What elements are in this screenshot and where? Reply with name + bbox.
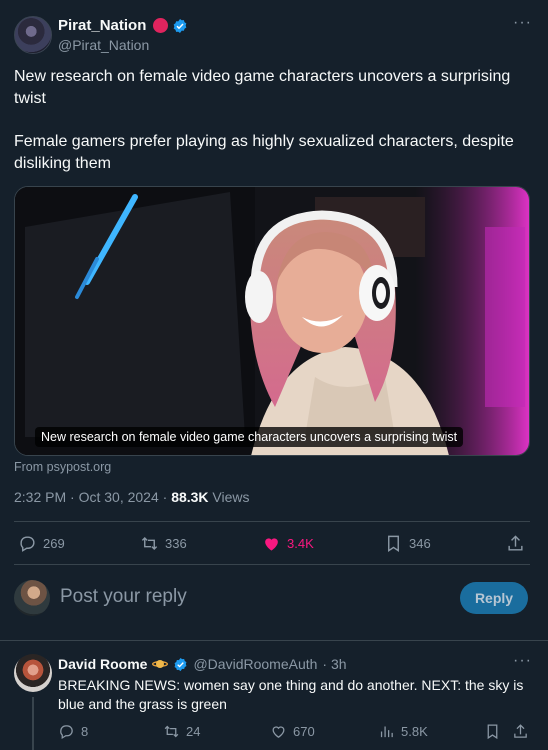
current-user-avatar[interactable]	[14, 580, 50, 616]
share-icon	[508, 535, 523, 551]
reply-actions-bar: 8 24 670 5.8K	[0, 721, 548, 745]
reply-icon	[60, 725, 73, 740]
views-count: 88.3K	[171, 489, 209, 505]
reply-icon	[20, 536, 35, 552]
reply-header: David Roome @DavidRoomeAuth · 3h	[58, 656, 347, 672]
reply-like-action[interactable]: 670	[270, 723, 315, 740]
repost-action[interactable]: 336	[140, 534, 187, 553]
like-count: 3.4K	[287, 536, 314, 551]
reply-views-action[interactable]: 5.8K	[378, 723, 428, 740]
reply-action[interactable]: 269	[18, 534, 65, 553]
reply-repost-count: 24	[186, 724, 201, 739]
bookmark-icon	[487, 724, 498, 740]
share-icon	[514, 724, 527, 738]
reply-post[interactable]: David Roome @DavidRoomeAuth · 3h ··· BRE…	[0, 641, 548, 750]
reply-author-name[interactable]: David Roome	[58, 656, 147, 672]
like-action[interactable]: 3.4K	[262, 534, 314, 553]
divider	[14, 521, 530, 522]
repost-icon	[164, 725, 179, 738]
share-action[interactable]	[506, 534, 525, 553]
post-text-line1: New research on female video game charac…	[14, 68, 511, 107]
divider	[14, 564, 530, 565]
author-name[interactable]: Pirat_Nation	[58, 17, 146, 34]
reply-like-count: 670	[293, 724, 315, 739]
heart-filled-icon	[265, 538, 278, 551]
affiliation-badge-icon	[153, 18, 169, 33]
bookmark-action[interactable]: 346	[384, 534, 431, 553]
link-source[interactable]: From psypost.org	[14, 460, 111, 474]
planet-emoji-icon	[152, 660, 169, 668]
author-handle[interactable]: @Pirat_Nation	[58, 37, 149, 53]
post-metadata: 2:32 PM · Oct 30, 2024 · 88.3K Views	[14, 489, 250, 505]
reply-text: BREAKING NEWS: women say one thing and d…	[58, 677, 524, 712]
bookmark-icon	[388, 535, 399, 552]
media-photo	[15, 187, 529, 455]
post-text-line2: Female gamers prefer playing as highly s…	[14, 133, 514, 172]
author-name-row: Pirat_Nation	[58, 17, 188, 34]
heart-icon	[272, 726, 285, 738]
post-media-card[interactable]: New research on female video game charac…	[14, 186, 530, 456]
reply-timestamp[interactable]: · 3h	[322, 656, 346, 672]
reply-count: 269	[43, 536, 65, 551]
reply-repost-action[interactable]: 24	[163, 723, 200, 740]
repost-icon	[141, 536, 158, 551]
reply-input[interactable]: Post your reply	[60, 586, 187, 608]
reply-author-handle[interactable]: @DavidRoomeAuth	[193, 656, 317, 672]
media-caption: New research on female video game charac…	[35, 427, 464, 447]
verified-badge-icon	[175, 657, 187, 671]
views-label: Views	[208, 489, 250, 505]
reply-bookmark-action[interactable]	[484, 723, 501, 740]
views-chart-icon	[380, 726, 393, 738]
reply-author-avatar[interactable]	[14, 654, 52, 692]
more-options-icon[interactable]: ···	[513, 14, 532, 32]
author-avatar[interactable]	[14, 16, 52, 54]
reply-share-action[interactable]	[512, 723, 529, 740]
reply-button[interactable]: Reply	[460, 582, 528, 614]
post-actions-bar: 269 336 3.4K 346	[0, 530, 548, 558]
reply-reply-count: 8	[81, 724, 89, 739]
bookmark-count: 346	[409, 536, 431, 551]
post-timestamp[interactable]: 2:32 PM · Oct 30, 2024 ·	[14, 489, 171, 505]
reply-views-count: 5.8K	[401, 724, 428, 739]
more-options-icon[interactable]: ···	[513, 652, 532, 670]
reply-reply-action[interactable]: 8	[58, 723, 88, 740]
verified-badge-icon	[174, 18, 187, 33]
repost-count: 336	[165, 536, 187, 551]
